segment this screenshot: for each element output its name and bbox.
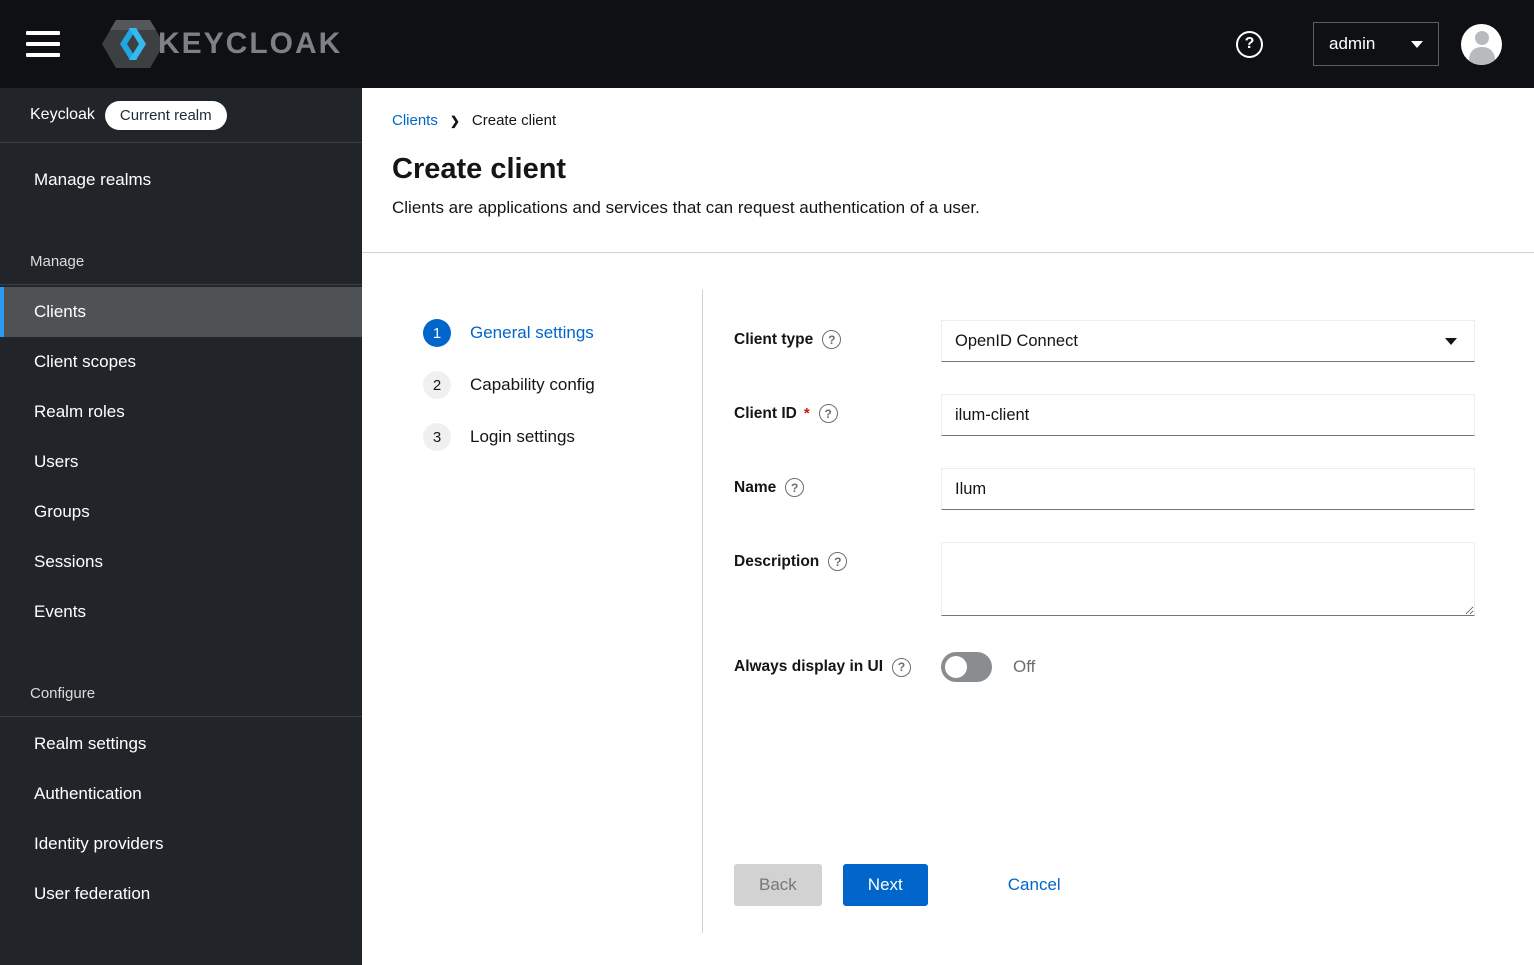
step-label: General settings [470,323,594,342]
cancel-link[interactable]: Cancel [1008,875,1061,895]
sidebar-item-users[interactable]: Users [0,437,362,487]
sidebar-item-events[interactable]: Events [0,587,362,637]
sidebar-item-user-federation[interactable]: User federation [0,869,362,919]
client-type-row: Client type ? OpenID Connect [734,320,1475,362]
main-content: Clients ❯ Create client Create client Cl… [362,88,1534,965]
page-subtitle: Clients are applications and services th… [392,198,980,217]
help-icon[interactable]: ? [1236,30,1263,58]
description-label: Description [734,552,820,570]
breadcrumb-clients-link[interactable]: Clients [392,112,438,129]
client-id-input[interactable] [941,394,1475,436]
back-button[interactable]: Back [734,864,822,906]
always-display-label: Always display in UI [734,658,884,675]
step-number-badge: 2 [423,371,451,399]
question-circle-icon[interactable]: ? [818,404,838,423]
page-header: Clients ❯ Create client Create client Cl… [362,88,1534,253]
description-row: Description ? [734,542,1475,621]
breadcrumb-chevron-icon: ❯ [449,113,460,128]
user-menu-dropdown[interactable]: admin [1313,22,1439,66]
sidebar-divider [0,716,362,717]
always-display-toggle[interactable] [941,652,992,682]
client-type-label: Client type [734,330,814,348]
name-input[interactable] [941,468,1475,510]
step-number-badge: 1 [423,319,451,347]
breadcrumb-current: Create client [471,112,557,129]
question-circle-icon[interactable]: ? [892,657,912,677]
wizard-step-general-settings[interactable]: 1 General settings [423,319,702,347]
caret-down-icon [1445,337,1457,345]
sidebar-section-manage: Manage [30,253,85,270]
page-title: Create client [392,153,567,185]
keycloak-brand: KEYCLOAK [96,15,342,73]
client-id-row: Client ID * ? [734,394,1475,436]
question-circle-icon[interactable]: ? [828,552,848,571]
sidebar-item-clients[interactable]: Clients [0,287,362,337]
client-type-select[interactable]: OpenID Connect [941,320,1475,362]
sidebar-item-identity-providers[interactable]: Identity providers [0,819,362,869]
sidebar-item-realm-settings[interactable]: Realm settings [0,719,362,769]
next-button[interactable]: Next [842,864,928,906]
always-display-row: Always display in UI ? Off [734,652,1475,682]
realm-selector: Keycloak Current realm [0,88,362,143]
wizard-nav: 1 General settings 2 Capability config 3… [362,290,703,933]
sidebar-divider [0,284,362,285]
question-circle-icon[interactable]: ? [822,330,842,349]
general-settings-form: Client type ? OpenID Connect Client ID *… [703,253,1534,965]
required-asterisk: * [803,405,810,422]
avatar[interactable] [1461,23,1502,65]
sidebar-section-configure: Configure [30,685,96,702]
realm-name: Keycloak [30,106,95,123]
name-label: Name [734,478,777,496]
name-row: Name ? [734,468,1475,510]
wizard-actions: Back Next Cancel [734,864,1475,906]
sidebar-item-client-scopes[interactable]: Client scopes [0,337,362,387]
sidebar-item-manage-realms[interactable]: Manage realms [0,155,362,205]
current-realm-badge[interactable]: Current realm [104,100,227,130]
user-menu-label: admin [1329,34,1376,53]
sidebar: Keycloak Current realm Manage realms Man… [0,88,362,965]
wizard-step-capability-config[interactable]: 2 Capability config [423,371,702,399]
sidebar-item-realm-roles[interactable]: Realm roles [0,387,362,437]
client-id-label: Client ID [734,404,797,422]
sidebar-item-sessions[interactable]: Sessions [0,537,362,587]
breadcrumb: Clients ❯ Create client [392,112,1504,129]
step-label: Capability config [470,375,595,394]
question-circle-icon[interactable]: ? [785,478,805,497]
nav-toggle-hamburger-icon[interactable] [26,31,60,57]
chevron-down-icon [1411,40,1423,48]
toggle-state-text: Off [1013,657,1036,676]
step-number-badge: 3 [423,423,451,451]
step-label: Login settings [470,427,575,446]
wizard-step-login-settings[interactable]: 3 Login settings [423,423,702,451]
sidebar-item-authentication[interactable]: Authentication [0,769,362,819]
description-textarea[interactable] [941,542,1475,616]
client-type-value: OpenID Connect [955,331,1078,350]
masthead: KEYCLOAK ? admin [0,0,1534,88]
sidebar-item-groups[interactable]: Groups [0,487,362,537]
brand-wordmark: KEYCLOAK [158,27,343,60]
